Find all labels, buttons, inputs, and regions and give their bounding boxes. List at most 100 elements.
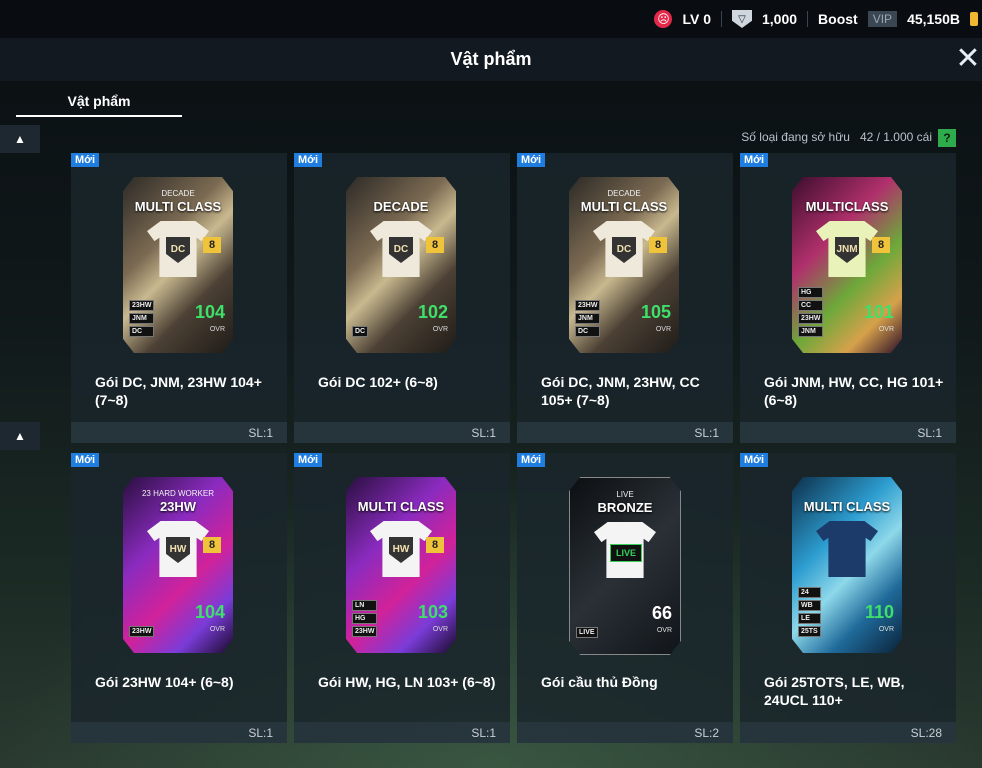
ovr-label: OVR: [878, 326, 894, 333]
ovr-value: 110 OVR: [865, 603, 894, 639]
item-card[interactable]: Mới DECADE MULTI CLASS DC 8 23HW JNM DC 10…: [71, 153, 287, 443]
quantity-label: SL:28: [910, 726, 942, 740]
ovr-number: 110: [864, 602, 894, 622]
quantity-label: SL:1: [917, 426, 942, 440]
pack-tag: 24: [798, 587, 821, 598]
item-name: Gói DC, JNM, 23HW, CC 105+ (7~8): [541, 374, 700, 408]
owned-label: Số loại đang sở hữu: [741, 130, 850, 144]
item-grid: Mới DECADE MULTI CLASS DC 8 23HW JNM DC 10…: [71, 153, 957, 743]
top-status-bar: ☹ LV 0 ▽ 1,000 Boost VIP 45,150B: [0, 0, 982, 38]
quantity-label: SL:1: [694, 426, 719, 440]
pack-label: MULTI CLASS: [803, 499, 891, 514]
item-card[interactable]: Mới DECADE DC 8 DC 102 OVR Gói DC 102+ (…: [294, 153, 510, 443]
ovr-number: 104: [194, 302, 225, 322]
shirt-icon: [816, 521, 878, 577]
pack-tags: 24 WB LE 25TS: [798, 587, 821, 637]
help-button[interactable]: ?: [938, 129, 956, 147]
ovr-number: 101: [863, 302, 894, 322]
pack-subtitle: DECADE: [161, 189, 195, 198]
pack-label: MULTICLASS: [805, 199, 889, 214]
title-bar: Vật phẩm: [0, 38, 982, 81]
new-badge: Mới: [294, 453, 323, 467]
ovr-label: OVR: [655, 326, 671, 333]
item-card[interactable]: Mới 23 HARD WORKER 23HW HW 8 23HW 104 OV…: [71, 453, 287, 743]
ovr-label: OVR: [432, 326, 448, 333]
pack-tag: 23HW: [575, 300, 601, 311]
quantity-label: SL:1: [248, 426, 273, 440]
pack-art: 23 HARD WORKER 23HW HW 8 23HW 104 OVR: [123, 477, 233, 653]
ovr-value: 105 OVR: [641, 303, 671, 339]
ovr-value: 104 OVR: [195, 303, 225, 339]
pack-tags: DC: [352, 326, 369, 337]
tab-bar: Vật phẩm: [16, 88, 182, 117]
new-badge: Mới: [517, 453, 546, 467]
pack-tag: DC: [575, 326, 601, 337]
arrow-up-icon: ▲: [14, 429, 26, 443]
pack-number: 8: [872, 237, 890, 253]
pack-number: 8: [426, 237, 444, 253]
pack-tag: CC: [798, 300, 824, 311]
ovr-label: OVR: [878, 626, 894, 633]
scroll-up-button-row2[interactable]: ▲: [0, 422, 40, 450]
scroll-up-button[interactable]: ▲: [0, 125, 40, 153]
quantity-label: SL:1: [471, 726, 496, 740]
ovr-number: 103: [417, 602, 448, 622]
pack-label: BRONZE: [597, 500, 653, 515]
pack-subtitle: 23 HARD WORKER: [141, 489, 214, 498]
item-card[interactable]: Mới LIVE BRONZE LIVE LIVE 66 OVR Gói cầu…: [517, 453, 733, 743]
new-badge: Mới: [740, 153, 769, 167]
pack-art: LIVE BRONZE LIVE LIVE 66 OVR: [569, 477, 681, 655]
pack-tag: WB: [798, 600, 821, 611]
ovr-number: 66: [651, 603, 672, 623]
ovr-label: OVR: [209, 326, 225, 333]
pack-tags: LN HG 23HW: [352, 600, 378, 637]
pack-tag: JNM: [575, 313, 601, 324]
divider: [721, 11, 722, 27]
new-badge: Mới: [294, 153, 323, 167]
owned-value: 42 / 1.000 cái: [859, 130, 932, 144]
pack-tag: 23HW: [352, 626, 378, 637]
pack-tag: 25TS: [798, 626, 821, 637]
tab-items[interactable]: Vật phẩm: [16, 88, 182, 117]
vip-badge[interactable]: VIP: [867, 11, 898, 27]
pack-number: 8: [426, 537, 444, 553]
quantity-label: SL:1: [471, 426, 496, 440]
item-card[interactable]: Mới MULTI CLASS 24 WB LE 25TS 110 OVR Gói 2…: [740, 453, 956, 743]
ovr-value: 104 OVR: [195, 603, 225, 639]
close-icon[interactable]: ✕: [955, 42, 980, 75]
new-badge: Mới: [71, 153, 100, 167]
pack-art: DECADE MULTI CLASS DC 8 23HW JNM DC 104 OV…: [123, 177, 233, 353]
item-card[interactable]: Mới DECADE MULTI CLASS DC 8 23HW JNM DC 10…: [517, 153, 733, 443]
pack-label: MULTI CLASS: [134, 199, 222, 214]
item-name: Gói DC 102+ (6~8): [318, 374, 438, 390]
item-card[interactable]: Mới MULTICLASS JNM 8 HG CC 23HW JNM 101 OVR…: [740, 153, 956, 443]
ovr-number: 105: [640, 302, 671, 322]
pack-tag: LIVE: [576, 627, 598, 638]
boost-label[interactable]: Boost: [818, 11, 858, 27]
pack-label: MULTI CLASS: [580, 199, 668, 214]
new-badge: Mới: [740, 453, 769, 467]
new-badge: Mới: [517, 153, 546, 167]
pack-tags: HG CC 23HW JNM: [798, 287, 824, 337]
ovr-value: 101 OVR: [864, 303, 894, 339]
pack-tags: 23HW JNM DC: [575, 300, 601, 337]
pack-tag: JNM: [129, 313, 155, 324]
coin-icon: [970, 12, 978, 26]
divider: [807, 11, 809, 27]
item-card[interactable]: Mới MULTI CLASS HW 8 LN HG 23HW 103 OVR Gó…: [294, 453, 510, 743]
pack-tags: LIVE: [576, 627, 598, 638]
shield-icon: ▽: [732, 10, 752, 28]
pack-tag: LE: [798, 613, 821, 624]
pack-art: MULTI CLASS 24 WB LE 25TS 110 OVR: [792, 477, 902, 653]
pack-tag: JNM: [798, 326, 824, 337]
page-title: Vật phẩm: [450, 49, 532, 69]
pack-art: MULTI CLASS HW 8 LN HG 23HW 103 OVR: [346, 477, 456, 653]
item-name: Gói HW, HG, LN 103+ (6~8): [318, 674, 496, 690]
pack-art: MULTICLASS JNM 8 HG CC 23HW JNM 101 OVR: [792, 177, 902, 353]
pack-tag: DC: [129, 326, 155, 337]
pack-number: 8: [203, 237, 221, 253]
shield-value: 1,000: [762, 11, 798, 27]
quantity-label: SL:1: [248, 726, 273, 740]
pack-art: DECADE DC 8 DC 102 OVR: [346, 177, 456, 353]
close-button[interactable]: ✕: [954, 44, 982, 76]
